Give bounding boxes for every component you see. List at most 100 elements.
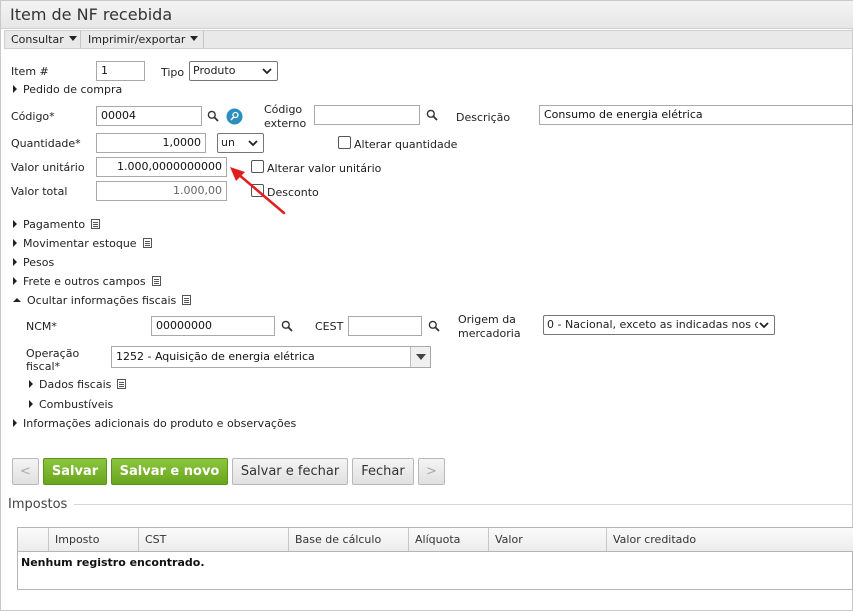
pedido-compra-label: Pedido de compra: [23, 83, 123, 96]
origem-mercadoria-select[interactable]: 0 - Nacional, exceto as indicadas nos c: [543, 315, 775, 335]
expand-arrow-icon: [29, 400, 33, 408]
notes-icon: [117, 379, 127, 389]
search-icon[interactable]: [426, 109, 438, 121]
item-number-input[interactable]: 1: [96, 61, 145, 81]
valor-total-input: 1.000,00: [96, 181, 227, 201]
descricao-input[interactable]: Consumo de energia elétrica: [539, 105, 853, 125]
salvar-e-novo-button[interactable]: Salvar e novo: [111, 458, 228, 485]
empty-table-message: Nenhum registro encontrado.: [21, 556, 205, 569]
table-header-aliquota[interactable]: Alíquota: [408, 528, 488, 551]
impostos-table: Imposto CST Base de cálculo Alíquota Val…: [17, 527, 853, 590]
operacao-label-2: fiscal*: [26, 360, 61, 373]
consultar-menu[interactable]: Consultar: [5, 31, 81, 48]
impostos-title: Impostos: [8, 497, 68, 512]
tipo-select-value: Produto: [193, 64, 236, 77]
valor-unitario-input[interactable]: 1.000,0000000000: [96, 157, 227, 177]
tipo-label: Tipo: [161, 66, 185, 79]
ocultar-fiscais-label: Ocultar informações fiscais: [27, 294, 177, 307]
table-header-cst[interactable]: CST: [138, 528, 288, 551]
notes-icon: [182, 295, 192, 305]
valor-total-label: Valor total: [11, 185, 68, 198]
codigo-label: Código*: [11, 110, 55, 123]
operacao-fiscal-value: 1252 - Aquisição de energia elétrica: [116, 350, 315, 363]
previous-button[interactable]: <: [12, 458, 39, 485]
pedido-compra-toggle[interactable]: Pedido de compra: [13, 83, 122, 96]
search-icon[interactable]: [207, 110, 219, 122]
product-info-icon[interactable]: [226, 108, 243, 125]
expand-arrow-icon: [29, 380, 33, 388]
unidade-select[interactable]: un: [217, 133, 264, 153]
consultar-label: Consultar: [11, 33, 64, 46]
window-title: Item de NF recebida: [10, 5, 173, 24]
valor-unitario-label: Valor unitário: [11, 161, 85, 174]
ncm-label: NCM*: [26, 320, 57, 333]
table-header-valor[interactable]: Valor: [488, 528, 606, 551]
combustiveis-toggle[interactable]: Combustíveis: [29, 398, 113, 411]
chevron-down-icon: [248, 140, 258, 147]
frete-label: Frete e outros campos: [23, 275, 146, 288]
title-bar: Item de NF recebida: [1, 1, 853, 29]
frete-toggle[interactable]: Frete e outros campos: [13, 275, 161, 288]
dados-fiscais-label: Dados fiscais: [39, 378, 112, 391]
expand-arrow-icon: [13, 277, 17, 285]
caret-down-icon: [68, 36, 77, 41]
quantidade-input[interactable]: 1,0000: [96, 133, 206, 153]
pagamento-label: Pagamento: [23, 218, 86, 231]
table-header-base-calculo[interactable]: Base de cálculo: [288, 528, 408, 551]
cest-label: CEST: [315, 320, 344, 333]
search-icon[interactable]: [281, 320, 293, 332]
ocultar-fiscais-toggle[interactable]: Ocultar informações fiscais: [13, 294, 192, 307]
combustiveis-label: Combustíveis: [39, 398, 114, 411]
search-icon[interactable]: [428, 320, 440, 332]
operacao-dropdown-button[interactable]: [410, 347, 430, 367]
toolbar: Consultar Imprimir/exportar: [4, 30, 853, 49]
cest-input[interactable]: [348, 316, 422, 336]
unidade-select-value: un: [221, 136, 235, 149]
expand-arrow-icon: [13, 419, 17, 427]
collapse-arrow-icon: [13, 298, 21, 302]
notes-icon: [142, 238, 152, 248]
table-header-valor-creditado[interactable]: Valor creditado: [606, 528, 853, 551]
item-label: Item #: [11, 65, 49, 78]
alterar-quantidade-checkbox[interactable]: [338, 136, 351, 149]
caret-down-icon: [190, 36, 199, 41]
imprimir-label: Imprimir/exportar: [88, 33, 186, 46]
triangle-down-icon: [416, 354, 426, 360]
tipo-select[interactable]: Produto: [189, 61, 278, 81]
table-header-select[interactable]: [18, 528, 48, 551]
salvar-button[interactable]: Salvar: [43, 458, 107, 485]
table-header-imposto[interactable]: Imposto: [48, 528, 138, 551]
annotation-arrow: [230, 167, 286, 215]
origem-label-1: Origem da: [458, 313, 516, 326]
alterar-quantidade-label: Alterar quantidade: [354, 138, 458, 151]
expand-arrow-icon: [13, 220, 17, 228]
chevron-down-icon: [758, 319, 770, 331]
impostos-table-header: Imposto CST Base de cálculo Alíquota Val…: [18, 528, 853, 552]
info-adicionais-toggle[interactable]: Informações adicionais do produto e obse…: [13, 417, 296, 430]
quantidade-label: Quantidade*: [11, 137, 81, 150]
salvar-e-fechar-button[interactable]: Salvar e fechar: [232, 458, 348, 485]
imprimir-exportar-menu[interactable]: Imprimir/exportar: [82, 31, 204, 48]
operacao-fiscal-combobox[interactable]: 1252 - Aquisição de energia elétrica: [111, 346, 431, 368]
dados-fiscais-toggle[interactable]: Dados fiscais: [29, 378, 127, 391]
pesos-toggle[interactable]: Pesos: [13, 256, 54, 269]
notes-icon: [91, 219, 101, 229]
codigo-externo-label-1: Código: [264, 103, 303, 116]
fechar-button[interactable]: Fechar: [352, 458, 414, 485]
pagamento-toggle[interactable]: Pagamento: [13, 218, 101, 231]
info-adicionais-label: Informações adicionais do produto e obse…: [23, 417, 297, 430]
movimentar-estoque-label: Movimentar estoque: [23, 237, 137, 250]
notes-icon: [151, 276, 161, 286]
descricao-label: Descrição: [456, 111, 511, 124]
movimentar-estoque-toggle[interactable]: Movimentar estoque: [13, 237, 152, 250]
codigo-externo-input[interactable]: [314, 105, 420, 125]
impostos-divider: [74, 504, 853, 505]
pesos-label: Pesos: [23, 256, 55, 269]
expand-arrow-icon: [13, 85, 17, 93]
ncm-input[interactable]: 00000000: [151, 316, 275, 336]
codigo-input[interactable]: 00004: [96, 106, 202, 126]
next-button[interactable]: >: [418, 458, 445, 485]
origem-label-2: mercadoria: [458, 327, 521, 340]
expand-arrow-icon: [13, 258, 17, 266]
codigo-externo-label-2: externo: [264, 117, 307, 130]
